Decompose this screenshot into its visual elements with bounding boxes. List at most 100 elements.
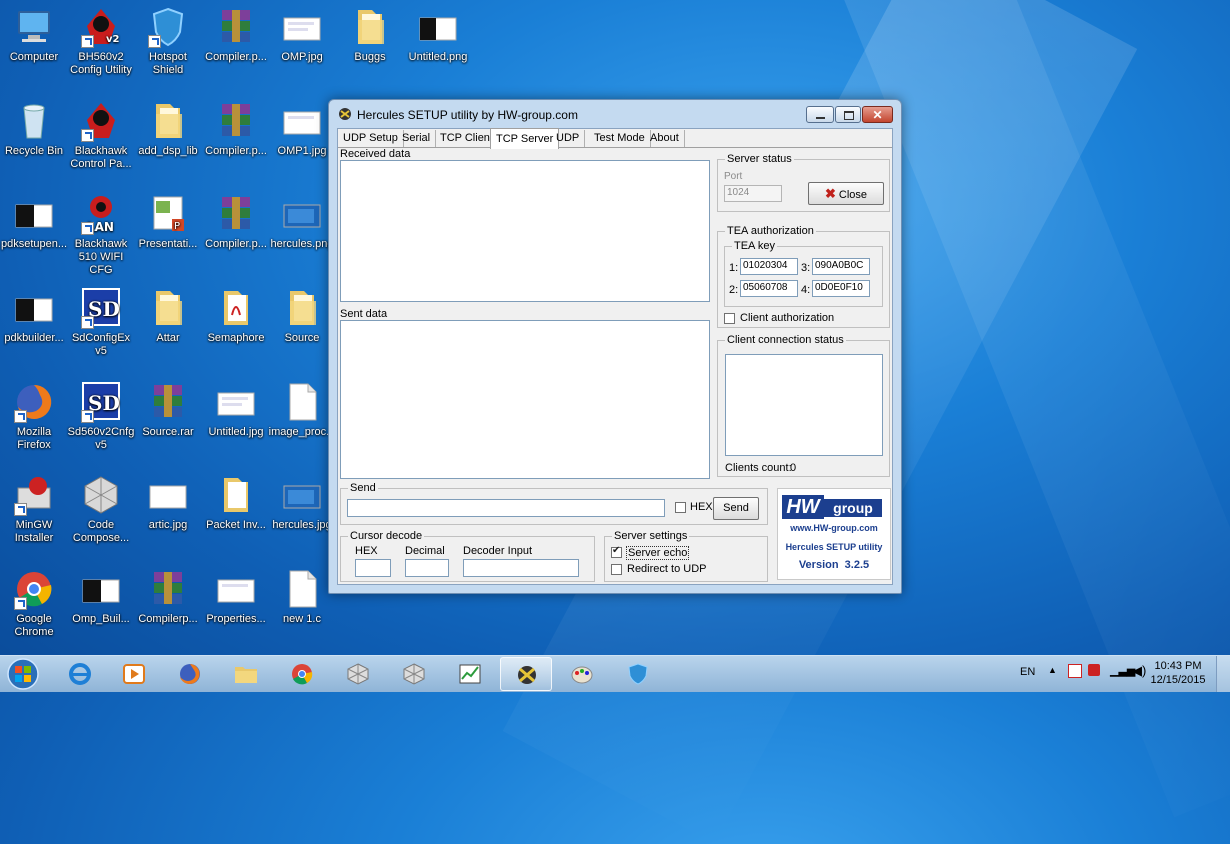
clock[interactable]: 10:43 PM 12/15/2015 — [1147, 659, 1209, 687]
taskbar-code-composer[interactable] — [332, 657, 384, 691]
tea-key-2-field[interactable]: 05060708 — [740, 280, 798, 297]
window-titlebar[interactable]: Hercules SETUP utility by HW-group.com ✕ — [329, 100, 901, 128]
image-file-icon[interactable]: artic.jpg — [134, 474, 202, 532]
document-file-icon[interactable]: new 1.c — [268, 568, 336, 626]
tab-serial[interactable]: Serial — [397, 130, 437, 147]
close-server-button[interactable]: ✖ Close — [808, 182, 884, 205]
sent-data-area[interactable] — [340, 320, 710, 479]
image-file-icon[interactable]: Untitled.jpg — [202, 381, 270, 439]
taskbar-explorer[interactable] — [220, 657, 272, 691]
decode-decimal-field[interactable] — [405, 559, 449, 577]
taskbar-code-composer-2[interactable] — [388, 657, 440, 691]
image-file-icon[interactable]: Untitled.png — [404, 6, 472, 64]
decoder-input-field[interactable] — [463, 559, 579, 577]
recycle-bin-icon[interactable]: Recycle Bin — [0, 100, 68, 158]
port-field[interactable]: 1024 — [724, 185, 782, 202]
sd-config-icon[interactable]: SD SdConfigEx v5 — [67, 287, 135, 358]
image-file-icon[interactable]: Omp_Buil... — [67, 568, 135, 626]
tab-udp[interactable]: UDP — [551, 130, 586, 147]
taskbar-hotspot-shield[interactable] — [612, 657, 664, 691]
decoder-input-label: Decoder Input — [463, 545, 533, 557]
taskbar-chart-app[interactable] — [444, 657, 496, 691]
taskbar-ie[interactable] — [54, 657, 106, 691]
image-file-icon[interactable]: Properties... — [202, 568, 270, 626]
folder-icon[interactable]: add_dsp_lib — [134, 100, 202, 158]
winrar-archive-icon[interactable]: Compiler.p... — [202, 100, 270, 158]
maximize-button[interactable] — [835, 106, 861, 123]
desktop-icon-label: Semaphore — [207, 332, 265, 344]
bh560v2-config-icon[interactable]: v2 BH560v2 Config Utility — [67, 6, 135, 77]
volume-icon[interactable]: ◀) — [1132, 663, 1146, 679]
start-button[interactable] — [3, 657, 43, 691]
blackhawk-lan-icon[interactable]: LAN Blackhawk 510 WIFI CFG — [67, 193, 135, 277]
security-icon[interactable] — [1088, 664, 1100, 676]
pdf-folder-icon[interactable]: Semaphore — [202, 287, 270, 345]
show-desktop-button[interactable] — [1216, 656, 1230, 692]
mingw-installer-icon[interactable]: MinGW Installer — [0, 474, 68, 545]
folder-icon[interactable]: Source — [268, 287, 336, 345]
svg-text:v2: v2 — [106, 34, 120, 45]
powerpoint-file-icon[interactable]: P Presentati... — [134, 193, 202, 251]
client-list[interactable] — [725, 354, 883, 456]
tab-about[interactable]: About — [645, 130, 685, 147]
tab-udp-setup[interactable]: UDP Setup — [338, 130, 404, 147]
send-hex-checkbox[interactable] — [675, 502, 686, 513]
action-center-icon[interactable] — [1068, 664, 1082, 678]
blackhawk-control-icon[interactable]: Blackhawk Control Pa... — [67, 100, 135, 171]
image-file-icon[interactable]: hercules.png — [268, 193, 336, 251]
hotspot-shield-icon[interactable]: Hotspot Shield — [134, 6, 202, 77]
folder-icon[interactable]: Attar — [134, 287, 202, 345]
received-data-area[interactable] — [340, 160, 710, 302]
image-file-icon[interactable]: pdkbuilder... — [0, 287, 68, 345]
code-composer-icon[interactable]: Code Compose... — [67, 474, 135, 545]
client-authorization-checkbox[interactable] — [724, 313, 735, 324]
server-echo-checkbox[interactable] — [611, 545, 622, 558]
desktop-icon-label: OMP1.jpg — [277, 145, 327, 157]
taskbar-firefox[interactable] — [164, 657, 216, 691]
image-file-icon[interactable]: OMP.jpg — [268, 6, 336, 64]
folder-icon[interactable]: Packet Inv... — [202, 474, 270, 532]
winrar-archive-icon[interactable]: Source.rar — [134, 381, 202, 439]
desktop-icon-label: pdkbuilder... — [4, 332, 64, 344]
hw-group-logo[interactable]: HW group www.HW-group.com Hercules SETUP… — [777, 488, 891, 580]
tea-key-3-field[interactable]: 090A0B0C — [812, 258, 870, 275]
image-file-icon[interactable]: hercules.jpg — [268, 474, 336, 532]
tea-key-1-field[interactable]: 01020304 — [740, 258, 798, 275]
tab-test-mode[interactable]: Test Mode — [589, 130, 651, 147]
minimize-button[interactable] — [806, 106, 834, 123]
folder-icon[interactable]: Buggs — [336, 6, 404, 64]
language-indicator[interactable]: EN — [1020, 666, 1035, 678]
desktop-icon-label: Compilerp... — [138, 613, 198, 625]
send-button[interactable]: Send — [713, 497, 759, 520]
desktop-icon-label: Compiler.p... — [205, 51, 267, 63]
taskbar-paint[interactable] — [556, 657, 608, 691]
winrar-archive-icon[interactable]: Compilerp... — [134, 568, 202, 626]
tray-expand-icon[interactable]: ▲ — [1048, 665, 1057, 675]
taskbar-hercules[interactable] — [500, 657, 552, 691]
winrar-archive-icon[interactable]: Compiler.p... — [202, 193, 270, 251]
close-server-button-label: Close — [838, 189, 868, 201]
chrome-icon[interactable]: Google Chrome — [0, 568, 68, 639]
decode-hex-field[interactable] — [355, 559, 391, 577]
document-file-icon[interactable]: image_proc... — [268, 381, 336, 439]
taskbar-chrome[interactable] — [276, 657, 328, 691]
taskbar-media-player[interactable] — [108, 657, 160, 691]
image-file-icon[interactable]: pdksetupen... — [0, 193, 68, 251]
firefox-icon[interactable]: Mozilla Firefox — [0, 381, 68, 452]
computer-icon[interactable]: Computer — [0, 6, 68, 64]
redirect-to-udp-checkbox[interactable] — [611, 564, 622, 575]
close-window-button[interactable]: ✕ — [862, 106, 893, 123]
tab-tcp-server[interactable]: TCP Server — [490, 128, 560, 149]
clock-date: 12/15/2015 — [1150, 674, 1206, 686]
folder-icon — [235, 667, 257, 683]
clock-time: 10:43 PM — [1154, 660, 1202, 672]
desktop-icon-label: Blackhawk 510 WIFI CFG — [74, 238, 128, 276]
tea-key-4-field[interactable]: 0D0E0F10 — [812, 280, 870, 297]
image-file-icon[interactable]: OMP1.jpg — [268, 100, 336, 158]
desktop-icon-label: Code Compose... — [72, 519, 130, 544]
send-input[interactable] — [347, 499, 665, 517]
sd-config-icon[interactable]: SD Sd560v2Cnfg v5 — [67, 381, 135, 452]
desktop-icon-label: Hotspot Shield — [149, 51, 187, 76]
clients-count-value: 0 — [790, 462, 797, 474]
winrar-archive-icon[interactable]: Compiler.p... — [202, 6, 270, 64]
